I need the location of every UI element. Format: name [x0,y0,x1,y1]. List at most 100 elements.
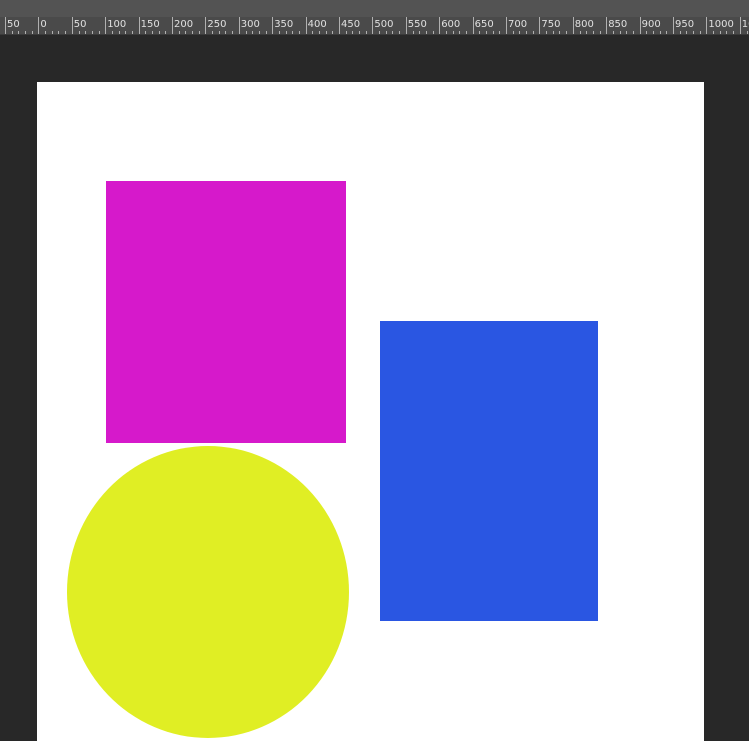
ruler-minor-tick [659,31,661,34]
ruler-minor-tick [85,31,87,34]
document-canvas[interactable] [37,82,704,741]
ruler-minor-tick [218,31,220,34]
ruler-tick-label: 1000 [708,19,734,30]
ruler-minor-tick [18,31,20,34]
ruler-minor-tick [499,31,501,34]
ruler-minor-tick [278,31,280,34]
ruler-major-tick [138,17,140,34]
ruler-tick-label: 0 [40,19,47,30]
ruler-minor-tick [125,31,127,34]
ruler-major-tick [739,17,741,34]
ruler-minor-tick [492,31,494,34]
ruler-minor-tick [552,31,554,34]
ruler-minor-tick [425,31,427,34]
ruler-minor-tick [392,31,394,34]
ruler-minor-tick [118,31,120,34]
ruler-minor-tick [152,31,153,34]
ruler-major-tick [71,17,73,34]
ruler-tick-label: 50 [73,19,87,30]
ruler-minor-tick [31,31,33,34]
ruler-minor-tick [679,31,681,34]
ruler-minor-tick [459,31,461,34]
ruler-tick-label: 300 [240,19,260,30]
ruler-major-tick [372,17,374,34]
ruler-minor-tick [693,31,694,34]
ruler-minor-tick [245,31,247,34]
ruler-tick-label: 150 [140,19,160,30]
ruler-minor-tick [158,31,160,34]
ruler-minor-tick [632,31,634,34]
ruler-minor-tick [713,31,715,34]
ruler-minor-tick [532,31,534,34]
ruler-major-tick [272,17,274,34]
ruler-minor-tick [11,31,13,34]
ruler-minor-tick [292,31,294,34]
ruler-minor-tick [599,31,601,34]
ruler-minor-tick [445,31,447,34]
ruler-major-tick [238,17,240,34]
ruler-tick-label: 700 [508,19,528,30]
ruler-minor-tick [25,31,26,34]
ruler-major-tick [572,17,574,34]
ruler-minor-tick [486,31,487,34]
horizontal-ruler[interactable]: 50 0 50 100 150 200 250 300 350 400 450 500 550 600 65… [0,0,749,35]
ruler-minor-tick [686,31,688,34]
magenta-rectangle[interactable] [106,181,346,443]
ruler-minor-tick [192,31,193,34]
ruler-major-tick [5,17,6,34]
ruler-major-tick [405,17,407,34]
ruler-minor-tick [78,31,80,34]
ruler-minor-tick [65,31,67,34]
ruler-minor-tick [178,31,180,34]
ruler-minor-tick [526,31,527,34]
yellow-circle[interactable] [67,446,349,738]
ruler-minor-tick [385,31,387,34]
ruler-minor-tick [512,31,514,34]
ruler-major-tick [606,17,608,34]
ruler-major-tick [706,17,708,34]
ruler-major-tick [673,17,674,34]
ruler-minor-tick [746,31,748,34]
ruler-minor-tick [379,31,381,34]
ruler-tick-label: 550 [407,19,427,30]
ruler-tick-label: 350 [274,19,294,30]
ruler-minor-tick [432,31,434,34]
ruler-minor-tick [653,31,654,34]
ruler-minor-tick [185,31,187,34]
ruler-minor-tick [51,31,53,34]
ruler-minor-tick [332,31,334,34]
ruler-tick-label: 250 [207,19,227,30]
ruler-minor-tick [198,31,200,34]
ruler-minor-tick [165,31,167,34]
ruler-minor-tick [345,31,347,34]
ruler-tick-label: 200 [174,19,194,30]
ruler-tick-label: 900 [641,19,661,30]
ruler-tick-label: 400 [307,19,327,30]
ruler-minor-tick [232,31,234,34]
ruler-tick-label: 10 [741,19,749,30]
ruler-major-tick [38,17,40,34]
ruler-minor-tick [479,31,481,34]
ruler-minor-tick [212,31,214,34]
ruler-tick-label: 950 [675,19,695,30]
ruler-tick-label: 500 [374,19,394,30]
ruler-minor-tick [352,31,354,34]
ruler-major-tick [639,17,641,34]
ruler-minor-tick [419,31,421,34]
ruler-tick-label: 850 [608,19,628,30]
ruler-major-tick [205,17,207,34]
ruler-major-tick [105,17,107,34]
ruler-minor-tick [452,31,454,34]
ruler-tick-label: 600 [441,19,461,30]
ruler-minor-tick [546,31,548,34]
ruler-minor-tick [592,31,594,34]
ruler-tick-label: 650 [474,19,494,30]
ruler-major-tick [305,17,307,34]
ruler-major-tick [439,17,441,34]
ruler-minor-tick [626,31,628,34]
ruler-minor-tick [325,31,327,34]
ruler-minor-tick [111,31,113,34]
ruler-minor-tick [666,31,668,34]
blue-rectangle[interactable] [380,321,598,621]
ruler-minor-tick [365,31,367,34]
